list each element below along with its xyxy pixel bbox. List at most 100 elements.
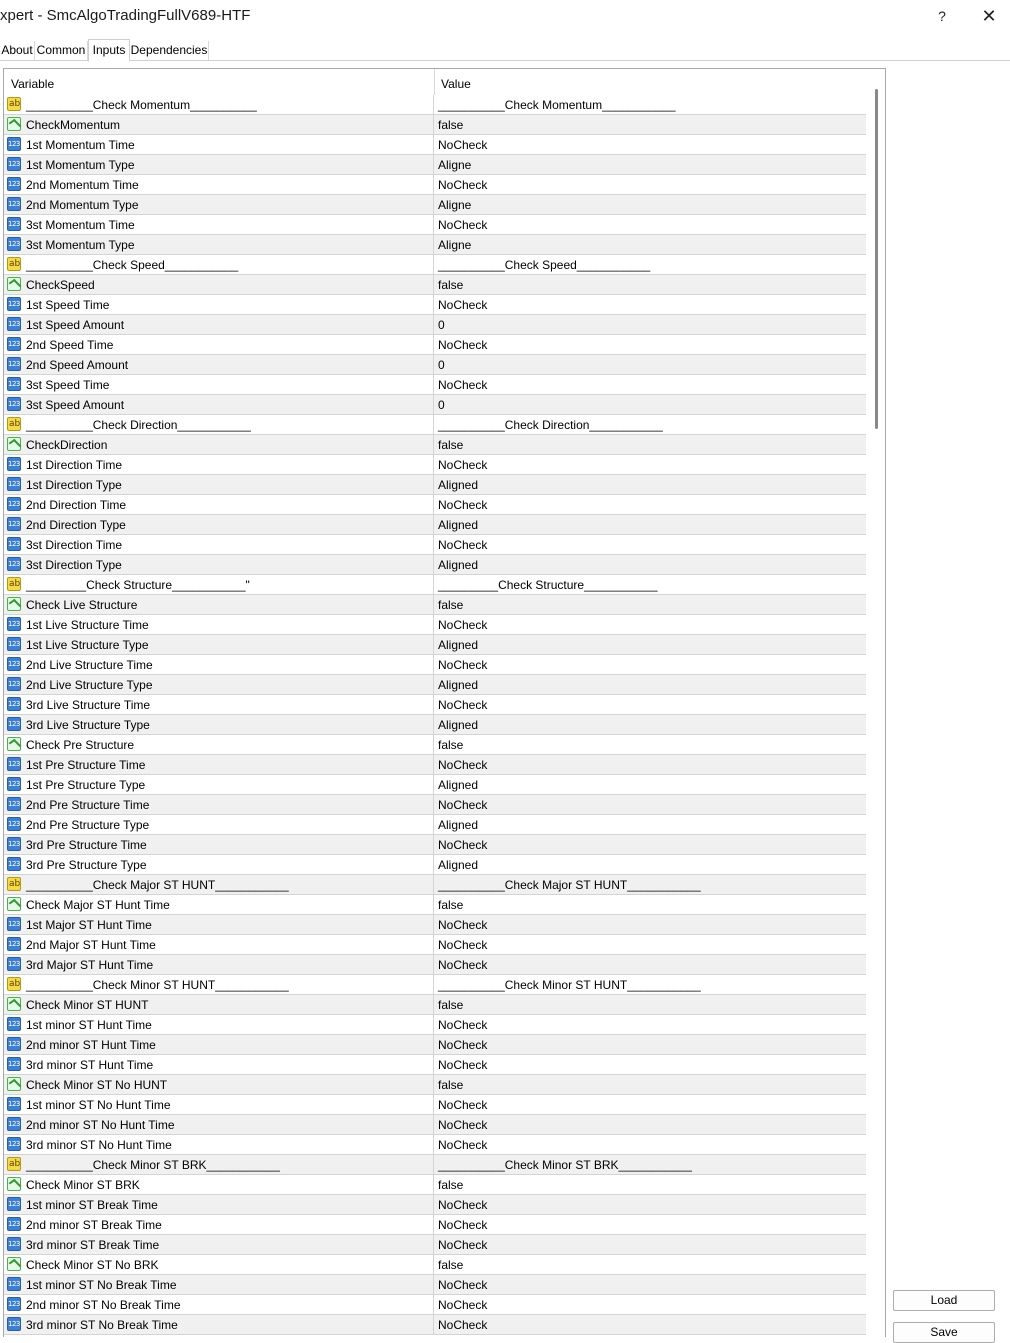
column-divider[interactable]	[434, 69, 435, 95]
value-cell[interactable]: NoCheck	[435, 135, 866, 154]
value-text[interactable]: NoCheck	[438, 1138, 487, 1152]
value-cell[interactable]: NoCheck	[435, 175, 866, 194]
value-cell[interactable]: NoCheck	[435, 1315, 866, 1334]
value-text[interactable]: false	[438, 118, 463, 132]
value-cell[interactable]: NoCheck	[435, 375, 866, 394]
table-row[interactable]: 2nd Direction Type Aligned	[4, 515, 866, 535]
value-text[interactable]: Aligne	[438, 158, 471, 172]
value-text[interactable]: NoCheck	[438, 1098, 487, 1112]
vertical-scrollbar[interactable]	[870, 89, 884, 1337]
value-text[interactable]: Aligned	[438, 778, 478, 792]
table-row[interactable]: CheckSpeed false	[4, 275, 866, 295]
table-row[interactable]: 2nd minor ST Break Time NoCheck	[4, 1215, 866, 1235]
value-text[interactable]: NoCheck	[438, 1118, 487, 1132]
table-row[interactable]: 3st Speed Time NoCheck	[4, 375, 866, 395]
value-text[interactable]: false	[438, 1178, 463, 1192]
value-cell[interactable]: false	[435, 275, 866, 294]
value-text[interactable]: false	[438, 898, 463, 912]
close-button[interactable]: ✕	[976, 4, 1002, 28]
table-row[interactable]: 2nd Speed Time NoCheck	[4, 335, 866, 355]
column-header-variable[interactable]: Variable	[11, 77, 54, 91]
table-row[interactable]: 1st Momentum Time NoCheck	[4, 135, 866, 155]
table-row[interactable]: 1st minor ST Hunt Time NoCheck	[4, 1015, 866, 1035]
table-row[interactable]: 1st Speed Amount 0	[4, 315, 866, 335]
table-row[interactable]: 1st Direction Time NoCheck	[4, 455, 866, 475]
value-cell[interactable]: __________Check Momentum___________	[435, 95, 866, 114]
value-text[interactable]: NoCheck	[438, 798, 487, 812]
table-row[interactable]: 3rd Pre Structure Time NoCheck	[4, 835, 866, 855]
value-text[interactable]: Aligned	[438, 818, 478, 832]
value-text[interactable]: NoCheck	[438, 1278, 487, 1292]
value-text[interactable]: __________Check Major ST HUNT___________	[438, 878, 701, 892]
value-cell[interactable]: NoCheck	[435, 755, 866, 774]
table-row[interactable]: Check Minor ST No HUNT false	[4, 1075, 866, 1095]
value-text[interactable]: Aligned	[438, 638, 478, 652]
table-row[interactable]: 1st Momentum Type Aligne	[4, 155, 866, 175]
tab-common[interactable]: Common	[35, 41, 88, 60]
value-text[interactable]: NoCheck	[438, 218, 487, 232]
value-cell[interactable]: false	[435, 1075, 866, 1094]
value-text[interactable]: NoCheck	[438, 378, 487, 392]
value-text[interactable]: Aligned	[438, 478, 478, 492]
value-cell[interactable]: false	[435, 1175, 866, 1194]
value-cell[interactable]: NoCheck	[435, 455, 866, 474]
value-text[interactable]: NoCheck	[438, 1038, 487, 1052]
value-text[interactable]: NoCheck	[438, 138, 487, 152]
table-row[interactable]: 3st Direction Time NoCheck	[4, 535, 866, 555]
value-text[interactable]: NoCheck	[438, 1218, 487, 1232]
value-cell[interactable]: NoCheck	[435, 955, 866, 974]
value-cell[interactable]: NoCheck	[435, 835, 866, 854]
table-row[interactable]: 3st Momentum Type Aligne	[4, 235, 866, 255]
load-button[interactable]: Load	[893, 1290, 995, 1311]
value-cell[interactable]: Aligne	[435, 235, 866, 254]
value-cell[interactable]: NoCheck	[435, 1055, 866, 1074]
table-row[interactable]: 3rd Live Structure Type Aligned	[4, 715, 866, 735]
value-cell[interactable]: 0	[435, 395, 866, 414]
value-cell[interactable]: NoCheck	[435, 795, 866, 814]
value-text[interactable]: false	[438, 278, 463, 292]
table-row[interactable]: 2nd minor ST No Hunt Time NoCheck	[4, 1115, 866, 1135]
table-row[interactable]: 2nd Live Structure Time NoCheck	[4, 655, 866, 675]
value-cell[interactable]: false	[435, 1255, 866, 1274]
value-text[interactable]: NoCheck	[438, 758, 487, 772]
value-cell[interactable]: __________Check Minor ST BRK___________	[435, 1155, 866, 1174]
value-text[interactable]: false	[438, 738, 463, 752]
value-text[interactable]: Aligned	[438, 558, 478, 572]
value-cell[interactable]: NoCheck	[435, 1195, 866, 1214]
help-button[interactable]: ?	[930, 4, 954, 28]
table-row[interactable]: 1st Speed Time NoCheck	[4, 295, 866, 315]
value-text[interactable]: NoCheck	[438, 1298, 487, 1312]
value-cell[interactable]: NoCheck	[435, 655, 866, 674]
value-cell[interactable]: _________Check Structure___________	[435, 575, 866, 594]
value-cell[interactable]: __________Check Direction___________	[435, 415, 866, 434]
table-row[interactable]: Check Live Structure false	[4, 595, 866, 615]
value-cell[interactable]: NoCheck	[435, 1275, 866, 1294]
value-cell[interactable]: Aligned	[435, 555, 866, 574]
value-cell[interactable]: Aligned	[435, 475, 866, 494]
value-cell[interactable]: NoCheck	[435, 1215, 866, 1234]
value-text[interactable]: NoCheck	[438, 498, 487, 512]
value-cell[interactable]: NoCheck	[435, 915, 866, 934]
value-cell[interactable]: false	[435, 735, 866, 754]
value-text[interactable]: NoCheck	[438, 958, 487, 972]
value-text[interactable]: __________Check Speed___________	[438, 258, 650, 272]
value-cell[interactable]: Aligne	[435, 155, 866, 174]
table-row[interactable]: 2nd Pre Structure Type Aligned	[4, 815, 866, 835]
value-text[interactable]: NoCheck	[438, 298, 487, 312]
value-cell[interactable]: 0	[435, 355, 866, 374]
table-row[interactable]: __________Check Minor ST BRK___________ _…	[4, 1155, 866, 1175]
value-cell[interactable]: NoCheck	[435, 495, 866, 514]
table-row[interactable]: 3rd minor ST Break Time NoCheck	[4, 1235, 866, 1255]
value-text[interactable]: NoCheck	[438, 338, 487, 352]
table-row[interactable]: Check Minor ST No BRK false	[4, 1255, 866, 1275]
table-row[interactable]: 2nd Live Structure Type Aligned	[4, 675, 866, 695]
value-text[interactable]: NoCheck	[438, 938, 487, 952]
table-row[interactable]: _________Check Structure___________" ____…	[4, 575, 866, 595]
value-cell[interactable]: false	[435, 995, 866, 1014]
value-cell[interactable]: NoCheck	[435, 1295, 866, 1314]
table-row[interactable]: 2nd Momentum Time NoCheck	[4, 175, 866, 195]
value-cell[interactable]: NoCheck	[435, 1095, 866, 1114]
table-row[interactable]: 3rd Pre Structure Type Aligned	[4, 855, 866, 875]
value-cell[interactable]: Aligned	[435, 715, 866, 734]
table-row[interactable]: 3st Speed Amount 0	[4, 395, 866, 415]
